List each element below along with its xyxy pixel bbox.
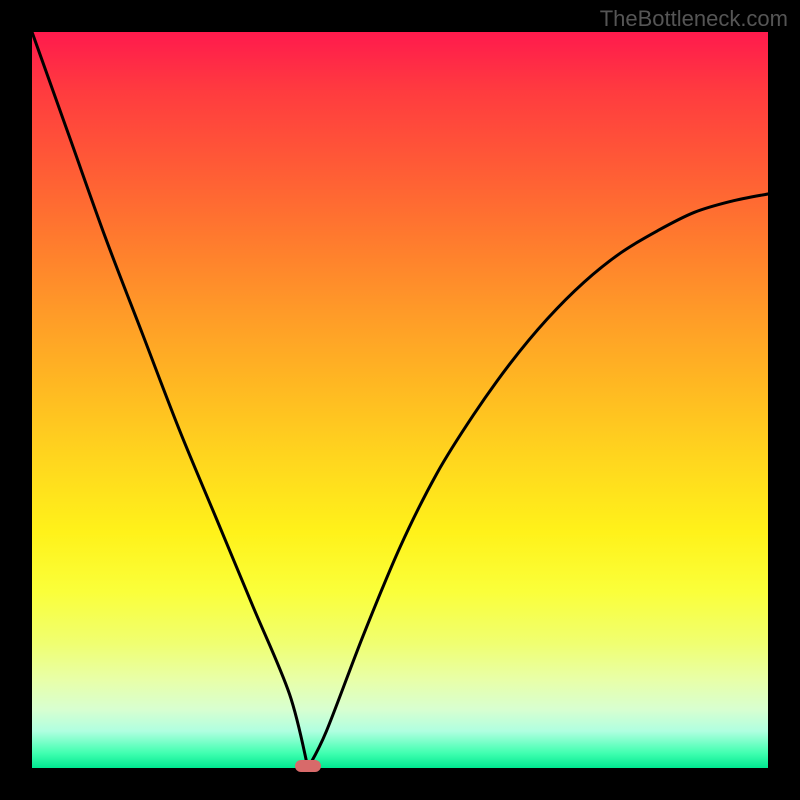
curve-svg — [32, 32, 768, 768]
bottleneck-curve — [32, 32, 768, 768]
watermark-text: TheBottleneck.com — [600, 6, 788, 32]
plot-area — [32, 32, 768, 768]
optimal-marker — [295, 760, 321, 772]
chart-container: TheBottleneck.com — [0, 0, 800, 800]
